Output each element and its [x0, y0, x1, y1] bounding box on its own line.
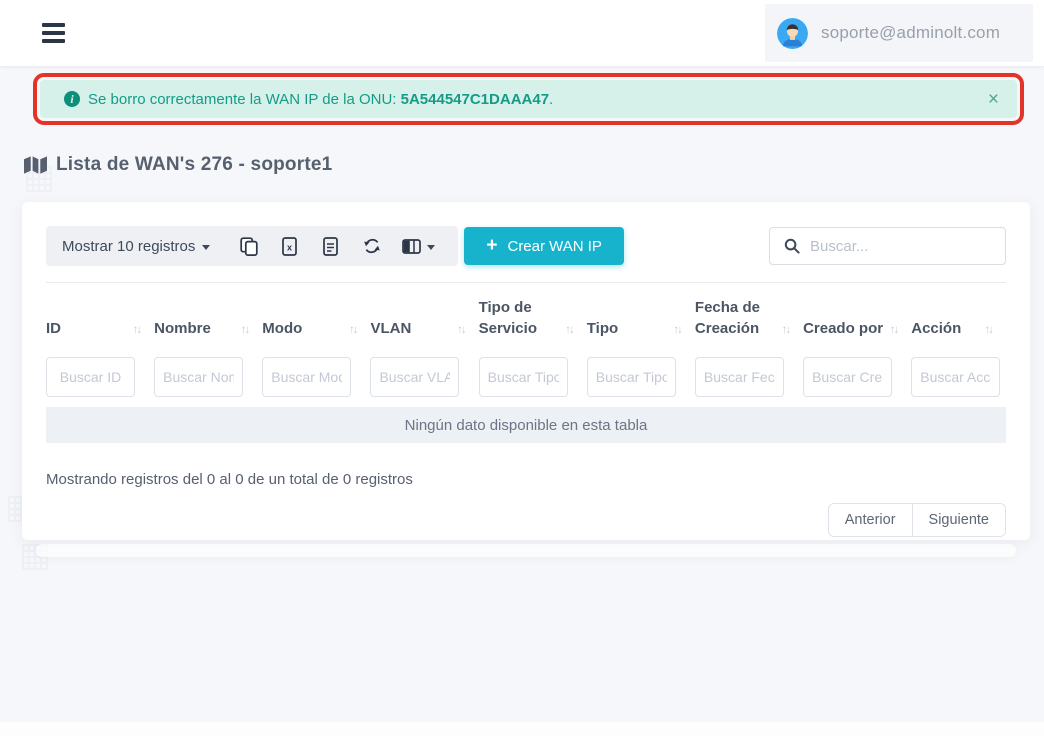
alert-message-period: .: [549, 91, 553, 108]
wan-table: ID↑↓Nombre↑↓Modo↑↓VLAN↑↓Tipo de Servicio…: [46, 282, 1006, 443]
column-header-tipo-de-servicio[interactable]: Tipo de Servicio↑↓: [479, 297, 587, 339]
refresh-button[interactable]: [351, 226, 392, 266]
column-label: Fecha de Creación: [695, 297, 782, 339]
filter-input-id[interactable]: [46, 357, 135, 397]
page-length-label: Mostrar 10 registros: [62, 238, 195, 255]
export-file-button[interactable]: [310, 226, 351, 266]
column-label: Tipo: [587, 318, 618, 339]
sort-icon[interactable]: ↑↓: [133, 324, 141, 339]
filter-input-nombre[interactable]: [154, 357, 243, 397]
column-header-creado-por[interactable]: Creado por ↑↓: [803, 318, 911, 339]
menu-toggle-icon[interactable]: [42, 23, 65, 43]
sort-icon[interactable]: ↑↓: [984, 324, 992, 339]
plus-icon: +: [486, 236, 497, 255]
page-length-dropdown[interactable]: Mostrar 10 registros: [62, 238, 210, 255]
column-label: Creado por: [803, 318, 883, 339]
avatar: [777, 18, 808, 49]
sort-icon[interactable]: ↑↓: [782, 324, 790, 339]
table-toolbar: Mostrar 10 registros x: [46, 226, 1006, 266]
column-label: Modo: [262, 318, 302, 339]
column-header-nombre[interactable]: Nombre ↑↓: [154, 318, 262, 339]
column-label: ID: [46, 318, 61, 339]
column-visibility-button[interactable]: [392, 226, 444, 266]
close-icon[interactable]: ×: [988, 90, 999, 109]
column-header-modo[interactable]: Modo ↑↓: [262, 318, 370, 339]
alert-onu-serial: 5A544547C1DAAA47: [401, 91, 549, 108]
svg-text:x: x: [287, 242, 292, 252]
filter-input-tipo[interactable]: [587, 357, 676, 397]
search-icon: [784, 238, 800, 254]
success-alert: i Se borro correctamente la WAN IP de la…: [40, 80, 1017, 118]
sort-icon[interactable]: ↑↓: [241, 324, 249, 339]
filter-input-vlan[interactable]: [370, 357, 459, 397]
copy-icon: [240, 237, 258, 256]
export-excel-button[interactable]: x: [269, 226, 310, 266]
table-search[interactable]: [769, 227, 1006, 265]
column-header-fecha-de-creacion[interactable]: Fecha de Creación↑↓: [695, 297, 803, 339]
pagination-group: Anterior Siguiente: [828, 503, 1006, 537]
create-wan-ip-label: Crear WAN IP: [507, 238, 601, 255]
chevron-down-icon: [427, 245, 435, 250]
alert-message: Se borro correctamente la WAN IP de la O…: [88, 91, 553, 108]
column-label: Nombre: [154, 318, 211, 339]
page-title: Lista de WAN's 276 - soporte1: [56, 154, 332, 176]
column-header-vlan[interactable]: VLAN ↑↓: [370, 318, 478, 339]
column-header-id[interactable]: ID ↑↓: [46, 318, 154, 339]
create-wan-ip-button[interactable]: + Crear WAN IP: [464, 227, 624, 265]
copy-button[interactable]: [228, 226, 269, 266]
column-label: Acción: [911, 318, 961, 339]
next-page-button[interactable]: Siguiente: [913, 504, 1005, 536]
search-input[interactable]: [810, 238, 995, 255]
alert-message-text: Se borro correctamente la WAN IP de la O…: [88, 91, 401, 108]
file-excel-icon: x: [282, 237, 297, 256]
table-info: Mostrando registros del 0 al 0 de un tot…: [46, 471, 1006, 488]
previous-page-button[interactable]: Anterior: [829, 504, 913, 536]
user-menu[interactable]: soporte@adminolt.com: [765, 4, 1033, 62]
card-shadow-decoration: [36, 544, 1016, 557]
table-tools-group: Mostrar 10 registros x: [46, 226, 458, 266]
file-text-icon: [323, 237, 338, 256]
empty-table-message: Ningún dato disponible en esta tabla: [46, 407, 1006, 443]
sort-icon[interactable]: ↑↓: [565, 324, 573, 339]
page-content: i Se borro correctamente la WAN IP de la…: [0, 66, 1044, 736]
pagination: Anterior Siguiente: [46, 503, 1006, 537]
table-columns-icon: [402, 239, 421, 254]
map-icon: [24, 156, 47, 174]
sort-icon[interactable]: ↑↓: [673, 324, 681, 339]
filter-input-accion[interactable]: [911, 357, 1000, 397]
refresh-icon: [363, 237, 381, 255]
filter-input-creado-por[interactable]: [803, 357, 892, 397]
sort-icon[interactable]: ↑↓: [457, 324, 465, 339]
table-header-row: ID↑↓Nombre↑↓Modo↑↓VLAN↑↓Tipo de Servicio…: [46, 283, 1006, 355]
column-header-tipo[interactable]: Tipo ↑↓: [587, 318, 695, 339]
user-email: soporte@adminolt.com: [821, 23, 1000, 43]
column-label: VLAN: [370, 318, 411, 339]
top-navbar: soporte@adminolt.com: [0, 0, 1044, 66]
table-filter-row: [46, 357, 1006, 397]
column-label: Tipo de Servicio: [479, 297, 566, 339]
filter-input-fecha-de-creacion[interactable]: [695, 357, 784, 397]
filter-input-tipo-de-servicio[interactable]: [479, 357, 568, 397]
info-icon: i: [64, 91, 80, 107]
sort-icon[interactable]: ↑↓: [890, 324, 898, 339]
filter-input-modo[interactable]: [262, 357, 351, 397]
column-header-accion[interactable]: Acción ↑↓: [911, 318, 1006, 339]
page-title-row: Lista de WAN's 276 - soporte1: [24, 154, 332, 176]
chevron-down-icon: [202, 245, 210, 250]
sort-icon[interactable]: ↑↓: [349, 324, 357, 339]
wan-list-card: Mostrar 10 registros x: [22, 202, 1030, 540]
